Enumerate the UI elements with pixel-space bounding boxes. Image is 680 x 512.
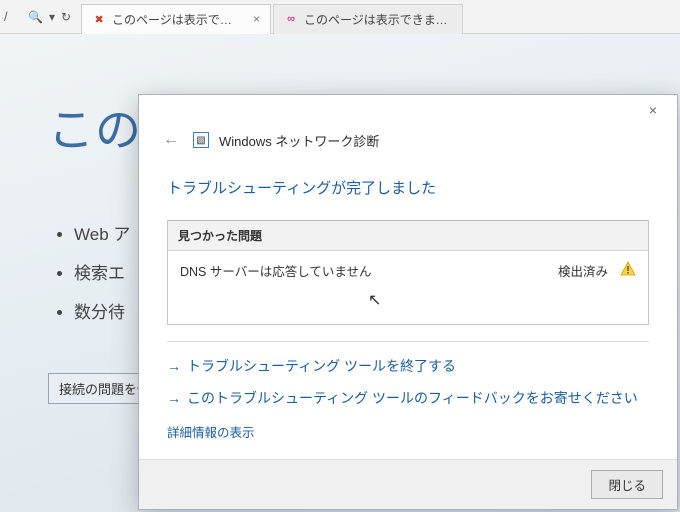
exit-troubleshooter-link[interactable]: → トラブルシューティング ツールを終了する [167, 350, 649, 382]
tab-inactive[interactable]: ∞ このページは表示できません [273, 4, 463, 34]
dialog-footer: 閉じる [139, 459, 677, 509]
dropdown-icon[interactable]: ▾ [49, 10, 55, 24]
dialog-titlebar[interactable]: × [139, 95, 677, 125]
search-controls: 🔍 ▾ ↻ [18, 10, 81, 24]
status-text: トラブルシューティングが完了しました [167, 177, 649, 198]
infinity-icon: ∞ [284, 12, 298, 26]
divider [167, 341, 649, 342]
link-label: トラブルシューティング ツールを終了する [187, 356, 456, 376]
close-button[interactable]: 閉じる [591, 470, 663, 499]
tab-label: このページは表示できません [304, 11, 452, 28]
dialog-body: トラブルシューティングが完了しました 見つかった問題 DNS サーバーは応答して… [139, 163, 677, 459]
network-diagnostics-dialog: × ← ▧ Windows ネットワーク診断 トラブルシューティングが完了しまし… [138, 94, 678, 510]
dialog-title: Windows ネットワーク診断 [219, 131, 379, 150]
browser-chrome: / 🔍 ▾ ↻ ✖ このページは表示できません × ∞ このページは表示できませ… [0, 0, 680, 34]
close-icon[interactable]: × [247, 12, 260, 26]
warning-icon [620, 261, 636, 277]
refresh-icon[interactable]: ↻ [61, 10, 71, 24]
arrow-right-icon: → [167, 358, 181, 374]
close-icon[interactable]: × [635, 102, 671, 118]
diagnostics-icon: ▧ [193, 132, 209, 148]
arrow-right-icon: → [167, 390, 181, 406]
details-link[interactable]: 詳細情報の表示 [167, 414, 255, 441]
dialog-header: ← ▧ Windows ネットワーク診断 [139, 125, 677, 163]
tab-label: このページは表示できません [112, 11, 241, 28]
found-problems-box: 見つかった問題 DNS サーバーは応答していません 検出済み [167, 220, 649, 325]
search-icon[interactable]: 🔍 [28, 10, 43, 24]
problem-status: 検出済み [558, 261, 608, 280]
address-tail: / [0, 9, 18, 24]
feedback-link[interactable]: → このトラブルシューティング ツールのフィードバックをお寄せください [167, 382, 649, 414]
link-label: このトラブルシューティング ツールのフィードバックをお寄せください [187, 388, 638, 408]
tab-active[interactable]: ✖ このページは表示できません × [81, 4, 271, 34]
found-header: 見つかった問題 [168, 221, 648, 251]
found-row: DNS サーバーは応答していません 検出済み [168, 251, 648, 324]
problem-text: DNS サーバーは応答していません [180, 261, 558, 280]
back-icon[interactable]: ← [159, 129, 183, 151]
x-icon: ✖ [92, 12, 106, 26]
cursor-icon: ↖ [368, 290, 381, 310]
